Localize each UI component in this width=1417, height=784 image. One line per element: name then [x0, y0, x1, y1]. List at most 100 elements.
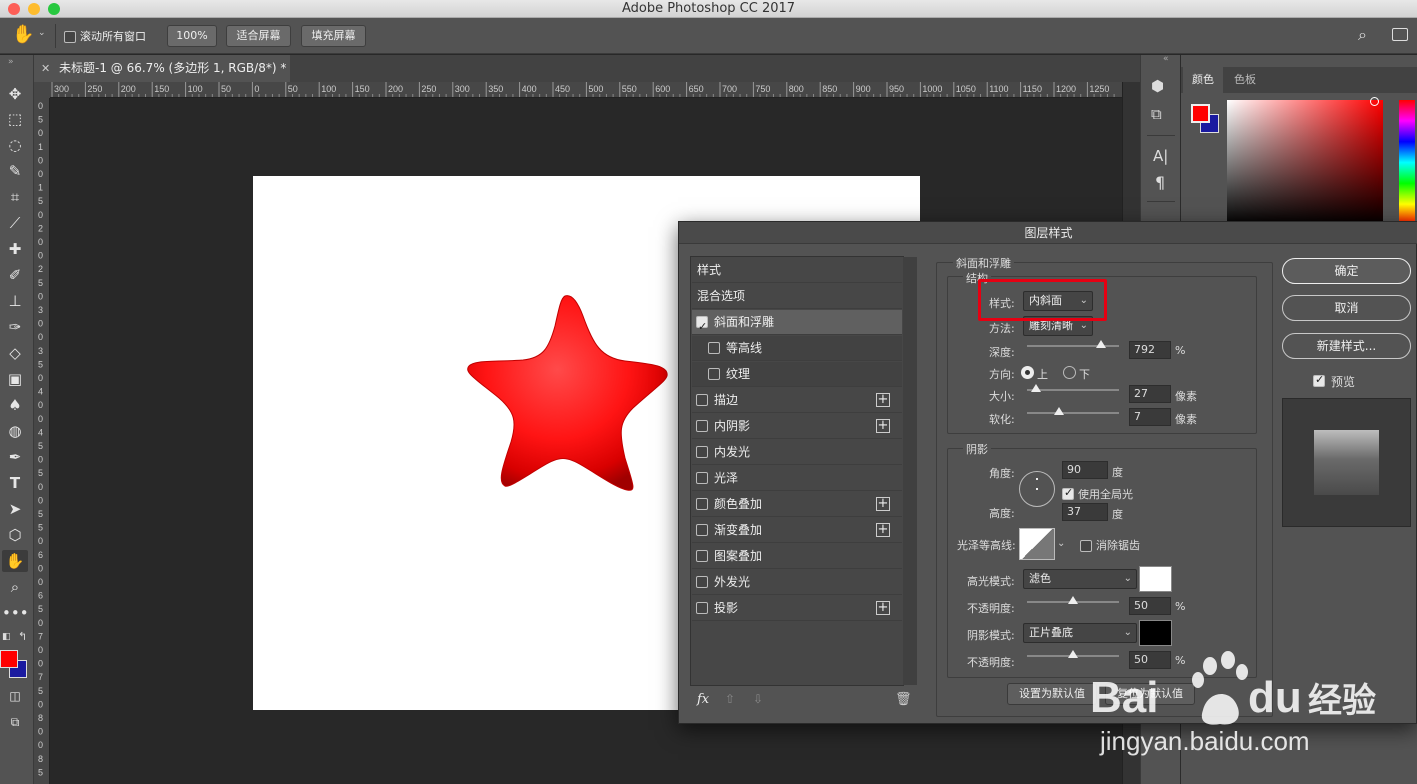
highlight-opacity-slider-thumb[interactable]: [1068, 596, 1078, 604]
search-icon[interactable]: ⌕: [1358, 25, 1367, 45]
healing-brush-tool-icon[interactable]: ✚: [2, 238, 28, 260]
style-list-item[interactable]: 等高线: [692, 336, 902, 361]
ok-button[interactable]: 确定: [1282, 258, 1411, 284]
scroll-all-windows-checkbox[interactable]: [64, 29, 76, 43]
style-item-checkbox[interactable]: [696, 524, 708, 536]
style-item-checkbox[interactable]: [696, 576, 708, 588]
angle-input[interactable]: 90: [1062, 461, 1108, 479]
chevron-down-icon[interactable]: ⌄: [38, 28, 46, 38]
depth-input[interactable]: 792: [1129, 341, 1171, 359]
brush-tool-icon[interactable]: ✐: [2, 264, 28, 286]
depth-slider[interactable]: [1027, 340, 1119, 348]
style-item-checkbox[interactable]: [696, 472, 708, 484]
minimize-window-button[interactable]: [28, 3, 40, 15]
type-tool-icon[interactable]: T: [2, 472, 28, 494]
highlight-opacity-input[interactable]: 50: [1129, 597, 1171, 615]
style-list-item[interactable]: 渐变叠加 +: [692, 518, 902, 543]
antialias-checkbox[interactable]: [1080, 538, 1092, 552]
shape-tool-icon[interactable]: ⬡: [2, 524, 28, 546]
close-tab-icon[interactable]: ✕: [41, 55, 50, 82]
history-brush-tool-icon[interactable]: ✑: [2, 316, 28, 338]
crop-tool-icon[interactable]: ⌗: [2, 186, 28, 208]
style-item-checkbox[interactable]: [696, 498, 708, 510]
style-list-item[interactable]: 内发光: [692, 440, 902, 465]
depth-slider-thumb[interactable]: [1095, 340, 1106, 348]
new-style-button[interactable]: 新建样式...: [1282, 333, 1411, 359]
quick-mask-icon[interactable]: ◫: [2, 685, 28, 707]
add-effect-icon[interactable]: +: [876, 393, 890, 407]
global-light-checkbox[interactable]: [1062, 486, 1074, 500]
hue-slider[interactable]: [1399, 100, 1415, 225]
style-item-checkbox[interactable]: [696, 446, 708, 458]
move-tool-icon[interactable]: ✥: [2, 83, 28, 105]
style-list-item[interactable]: 纹理: [692, 362, 902, 387]
swap-colors-icon[interactable]: ↰: [18, 630, 27, 643]
style-list-item[interactable]: 图案叠加: [692, 544, 902, 569]
style-list-scrollbar[interactable]: [903, 257, 917, 685]
style-list-item[interactable]: 描边 +: [692, 388, 902, 413]
trash-icon[interactable]: 🗑: [895, 692, 912, 707]
eraser-tool-icon[interactable]: ◇: [2, 342, 28, 364]
style-list-item[interactable]: 投影 +: [692, 596, 902, 621]
hand-tool-icon[interactable]: ✋: [2, 550, 28, 572]
path-select-tool-icon[interactable]: ➤: [2, 498, 28, 520]
tab-swatches[interactable]: 色板: [1225, 67, 1265, 93]
star-shape[interactable]: [467, 295, 668, 491]
direction-down-radio[interactable]: [1063, 366, 1076, 379]
altitude-input[interactable]: 37: [1062, 503, 1108, 521]
collapse-icon[interactable]: »: [8, 57, 14, 67]
move-up-icon[interactable]: ⇧: [725, 692, 735, 706]
add-effect-icon[interactable]: +: [876, 419, 890, 433]
zoom-100-button[interactable]: 100%: [167, 25, 217, 47]
fill-screen-button[interactable]: 填充屏幕: [301, 25, 366, 47]
character-icon[interactable]: A|: [1153, 147, 1168, 165]
add-effect-icon[interactable]: +: [876, 523, 890, 537]
cancel-button[interactable]: 取消: [1282, 295, 1411, 321]
eyedropper-tool-icon[interactable]: ⟋: [2, 212, 28, 234]
gradient-tool-icon[interactable]: ▣: [2, 368, 28, 390]
gloss-contour-picker[interactable]: [1019, 528, 1055, 560]
style-list-item[interactable]: 颜色叠加 +: [692, 492, 902, 517]
dodge-tool-icon[interactable]: ◍: [2, 420, 28, 442]
color-saturation-field[interactable]: [1227, 100, 1383, 225]
angle-dial[interactable]: [1019, 471, 1055, 507]
direction-up-radio[interactable]: [1021, 366, 1034, 379]
soften-slider[interactable]: [1027, 407, 1119, 415]
style-list-item[interactable]: 斜面和浮雕: [692, 310, 902, 339]
lasso-tool-icon[interactable]: ◌: [2, 134, 28, 156]
preview-checkbox[interactable]: [1313, 373, 1325, 387]
pen-tool-icon[interactable]: ✒: [2, 446, 28, 468]
add-effect-icon[interactable]: +: [876, 601, 890, 615]
highlight-opacity-slider[interactable]: [1027, 596, 1119, 604]
stamp-tool-icon[interactable]: ⊥: [2, 290, 28, 312]
highlight-mode-select[interactable]: 滤色 ⌄: [1023, 569, 1137, 589]
marquee-tool-icon[interactable]: ⬚: [2, 108, 28, 130]
style-list-item[interactable]: 光泽: [692, 466, 902, 491]
ruler-vertical[interactable]: 0 5 0 1 0 0 1 5 0 2 0 0 2 5 0 3 0 0 3 5 0 4 0 0 4 5 0 5 0 0 5 5 0 6 0 0 6 5 0 7…: [34, 98, 50, 784]
tab-color[interactable]: 颜色: [1183, 67, 1223, 93]
add-effect-icon[interactable]: +: [876, 497, 890, 511]
color-picker-cursor[interactable]: [1370, 97, 1379, 106]
style-list-item[interactable]: 样式: [692, 258, 902, 283]
soften-slider-thumb[interactable]: [1054, 407, 1065, 415]
zoom-tool-icon[interactable]: ⌕: [2, 576, 28, 598]
foreground-color-swatch[interactable]: [0, 650, 18, 668]
style-item-checkbox[interactable]: [696, 602, 708, 614]
zoom-window-button[interactable]: [48, 3, 60, 15]
paragraph-icon[interactable]: ¶: [1155, 173, 1165, 192]
document-tab[interactable]: ✕ 未标题-1 @ 66.7% (多边形 1, RGB/8*) *: [34, 55, 290, 82]
blur-tool-icon[interactable]: ♠: [2, 394, 28, 416]
move-down-icon[interactable]: ⇩: [753, 692, 763, 706]
close-window-button[interactable]: [8, 3, 20, 15]
hand-tool-icon[interactable]: ✋: [12, 24, 34, 45]
screen-mode-icon[interactable]: ⧉: [2, 711, 28, 733]
soften-input[interactable]: 7: [1129, 408, 1171, 426]
3d-icon[interactable]: ⬢: [1151, 77, 1164, 95]
workspace-icon[interactable]: [1392, 28, 1408, 41]
size-slider-thumb[interactable]: [1031, 384, 1042, 392]
highlight-color-swatch[interactable]: [1139, 566, 1172, 592]
size-slider[interactable]: [1027, 384, 1119, 392]
style-list-item[interactable]: 内阴影 +: [692, 414, 902, 439]
foreground-color-swatch[interactable]: [1191, 104, 1210, 123]
more-tools-icon[interactable]: •••: [2, 602, 29, 624]
